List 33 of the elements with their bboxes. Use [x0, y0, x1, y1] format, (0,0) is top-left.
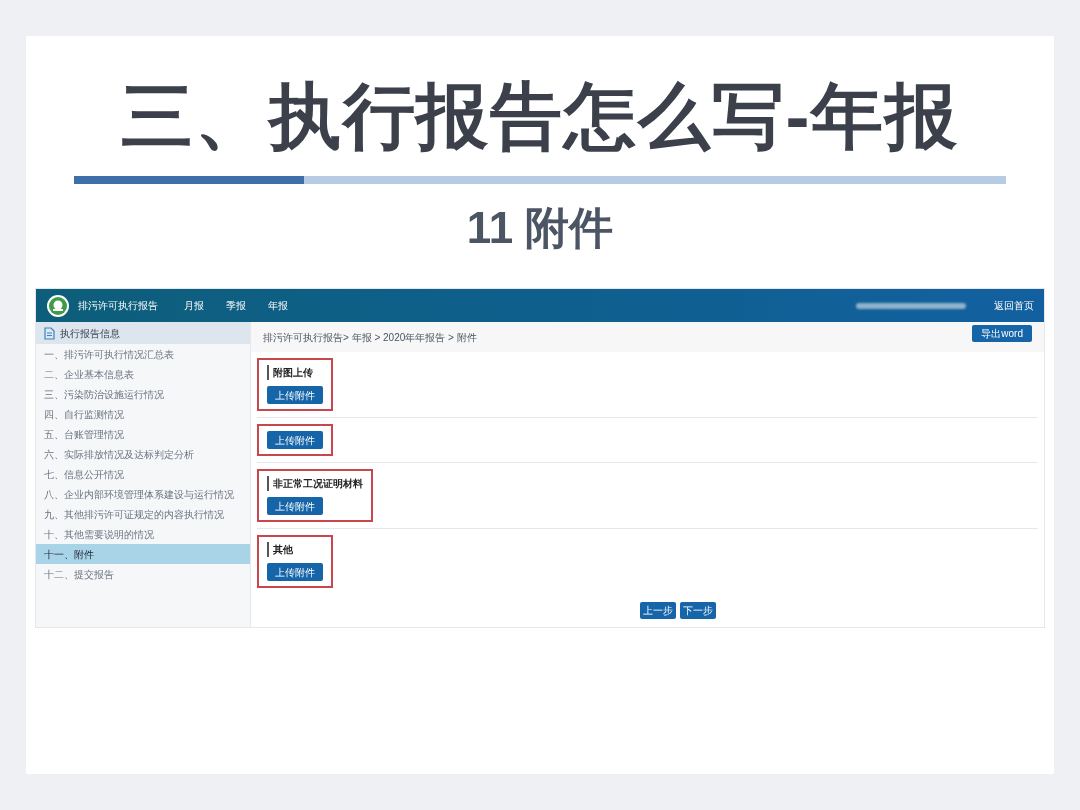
- breadcrumb: 排污许可执行报告> 年报 > 2020年年报告 > 附件: [263, 330, 477, 345]
- sidebar-item[interactable]: 十二、提交报告: [36, 564, 250, 584]
- sidebar-item[interactable]: 五、台账管理情况: [36, 424, 250, 444]
- export-word-button[interactable]: 导出word: [972, 324, 1032, 342]
- nav-link[interactable]: 月报: [184, 298, 204, 313]
- section-title: 附图上传: [267, 365, 323, 380]
- upload-button[interactable]: 上传附件: [267, 431, 323, 449]
- home-link[interactable]: 返回首页: [994, 298, 1034, 313]
- sidebar-item[interactable]: 一、排污许可执行情况汇总表: [36, 344, 250, 364]
- sidebar-item[interactable]: 十一、附件: [36, 544, 250, 564]
- emblem-icon: [46, 293, 70, 318]
- section-title: 其他: [267, 542, 323, 557]
- nav-link[interactable]: 季报: [226, 298, 246, 313]
- document-icon: [44, 326, 55, 340]
- next-button[interactable]: 下一步: [679, 602, 716, 619]
- app-title: 排污许可执行报告: [78, 299, 158, 313]
- section-title: 非正常工况证明材料: [267, 476, 363, 491]
- slide-subtitle: 11 附件: [466, 202, 614, 254]
- sidebar-item[interactable]: 十、其他需要说明的情况: [36, 524, 250, 544]
- sidebar-item[interactable]: 六、实际排放情况及达标判定分析: [36, 444, 250, 464]
- sidebar-item[interactable]: 七、信息公开情况: [36, 464, 250, 484]
- sidebar-item[interactable]: 四、自行监测情况: [36, 404, 250, 424]
- upload-button[interactable]: 上传附件: [267, 563, 323, 581]
- upload-button[interactable]: 上传附件: [267, 497, 323, 515]
- previous-button[interactable]: 上一步: [639, 602, 676, 619]
- upload-button[interactable]: 上传附件: [267, 386, 323, 404]
- slide-title: 三、执行报告怎么写-年报: [121, 76, 959, 156]
- nav-link[interactable]: 年报: [268, 298, 288, 313]
- sidebar-item[interactable]: 八、企业内部环境管理体系建设与运行情况: [36, 484, 250, 504]
- sidebar-item[interactable]: 二、企业基本信息表: [36, 364, 250, 384]
- sidebar-heading: 执行报告信息: [36, 322, 250, 344]
- sidebar-item[interactable]: 九、其他排污许可证规定的内容执行情况: [36, 504, 250, 524]
- sidebar-item[interactable]: 三、污染防治设施运行情况: [36, 384, 250, 404]
